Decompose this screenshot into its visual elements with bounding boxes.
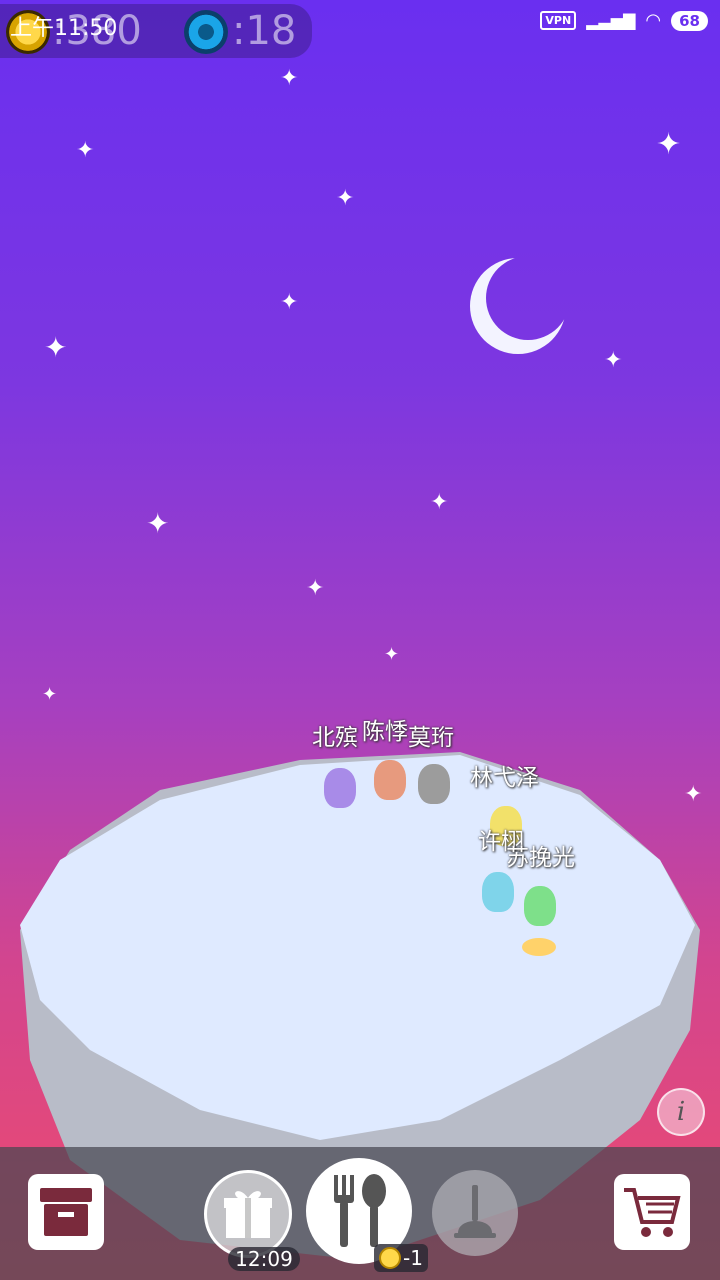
player-avatar[interactable] <box>374 760 406 800</box>
player-name: 北殡 <box>312 725 358 751</box>
plunger-icon <box>454 1185 496 1238</box>
game-scene: ✦ ✦ ✦ ✦ ✦ ✦ ✦ ✦ ✦ ✦ ✦ ✦ ✦ 北殡 陈悸 莫珩 林弋泽 许… <box>0 0 720 1280</box>
feed-cost-value: -1 <box>403 1246 423 1270</box>
gift-button[interactable] <box>204 1170 292 1258</box>
wifi-icon: ◠ <box>645 10 662 31</box>
clock: 上午11:50 <box>10 16 118 41</box>
food-pellet <box>522 938 556 956</box>
player-avatar[interactable] <box>482 872 514 912</box>
shop-button[interactable] <box>614 1174 690 1250</box>
vpn-badge: VPN <box>540 11 577 30</box>
info-button[interactable]: i <box>657 1088 705 1136</box>
player-avatar[interactable] <box>418 764 450 804</box>
cart-icon <box>624 1188 681 1237</box>
status-bar: 上午11:50 VPN ▂▃▅▇ ◠ 68 <box>0 0 720 46</box>
box-icon <box>40 1188 92 1236</box>
coin-icon <box>379 1247 402 1269</box>
gift-timer: 12:09 <box>228 1247 300 1271</box>
fork-spoon-icon <box>334 1174 386 1247</box>
feed-cost: -1 <box>374 1244 428 1272</box>
player-avatar[interactable] <box>324 768 356 808</box>
signal-icon: ▂▃▅▇ <box>586 11 636 30</box>
player-name: 陈悸 <box>362 719 408 745</box>
player-name: 林弋泽 <box>470 765 539 791</box>
player-name: 莫珩 <box>408 725 454 751</box>
clean-button[interactable] <box>432 1170 518 1256</box>
floating-island <box>20 752 700 1260</box>
player-avatar[interactable] <box>524 886 556 926</box>
gift-icon <box>224 1191 272 1238</box>
player-name: 苏挽光 <box>506 845 575 871</box>
battery-indicator: 68 <box>671 10 708 31</box>
inventory-button[interactable] <box>28 1174 104 1250</box>
